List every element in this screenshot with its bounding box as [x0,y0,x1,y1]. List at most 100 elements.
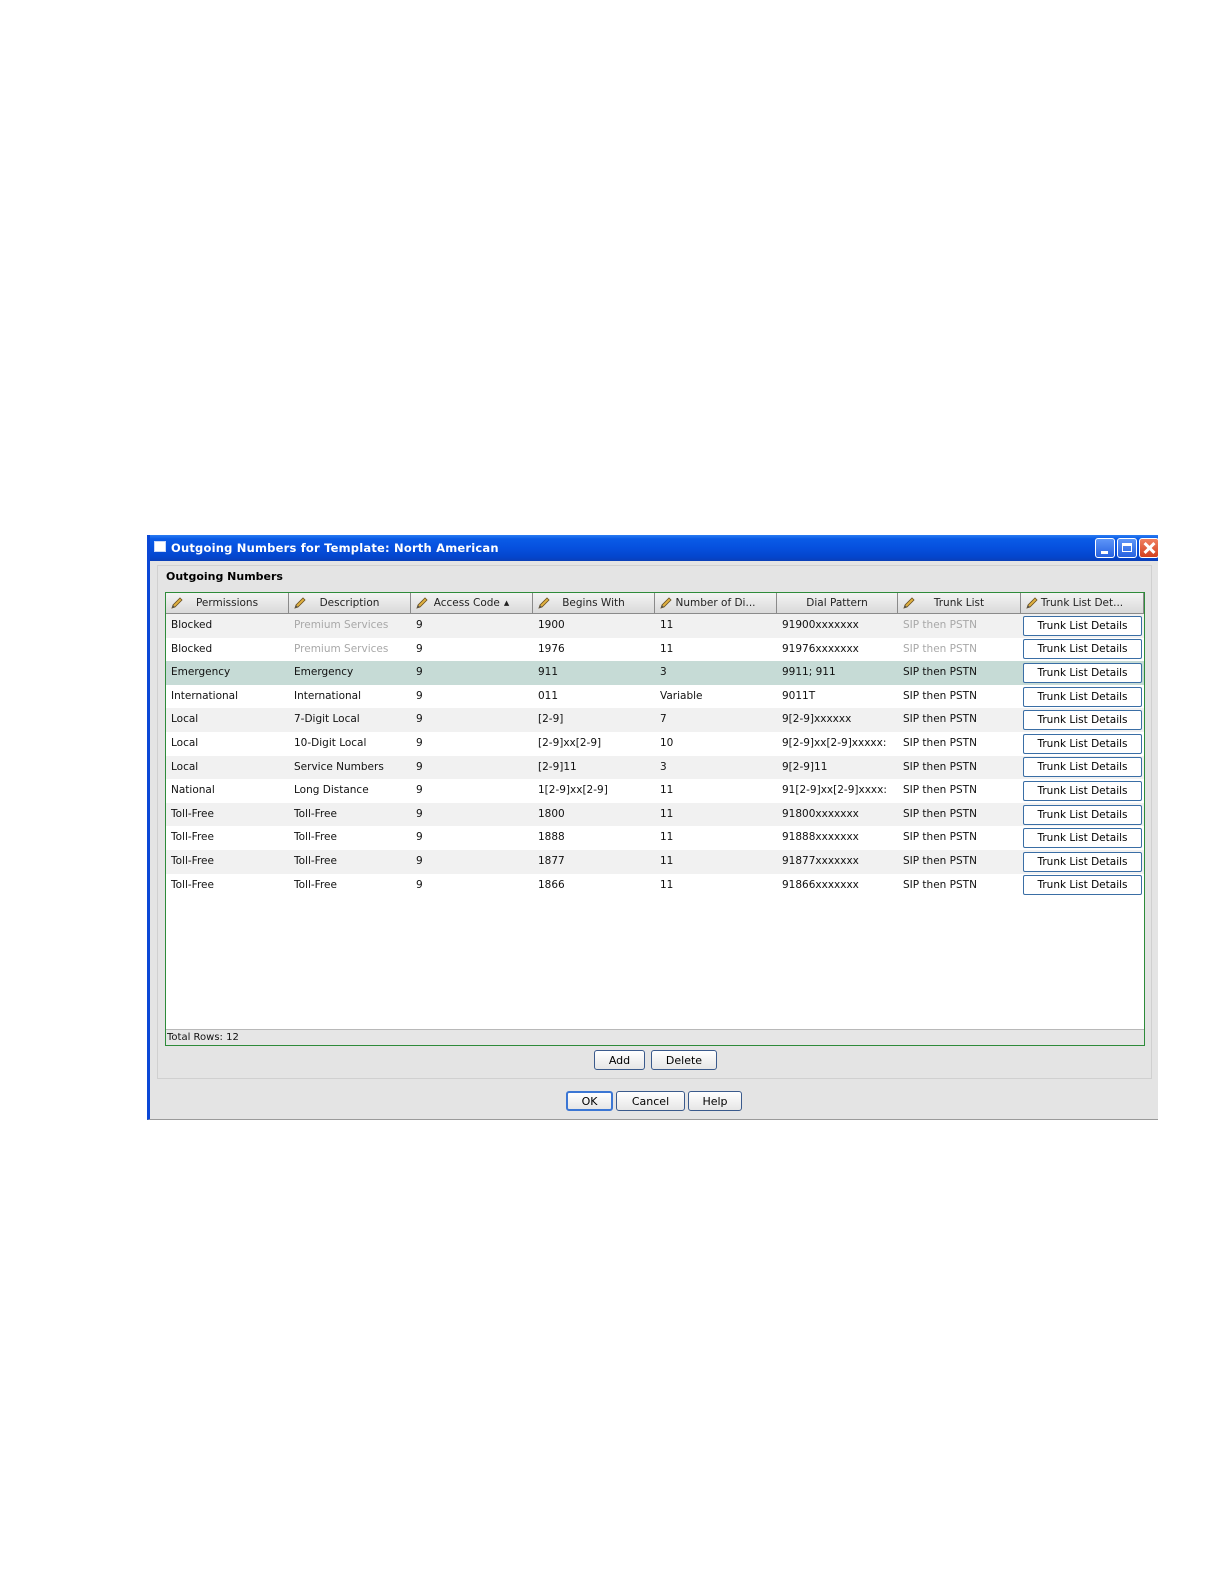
cell-trunk-list[interactable]: SIP then PSTN [898,874,1021,898]
cell-trunk-list[interactable]: SIP then PSTN [898,803,1021,827]
cell-description[interactable]: Toll-Free [289,874,411,898]
cell-trunk-list[interactable]: SIP then PSTN [898,779,1021,803]
cell-permissions[interactable]: Toll-Free [166,803,289,827]
column-header-description[interactable]: Description [289,593,411,613]
trunk-list-details-button[interactable]: Trunk List Details [1023,875,1142,896]
cell-number-of-digits[interactable]: 3 [655,756,777,780]
cell-permissions[interactable]: Blocked [166,638,289,662]
column-header-trunk-list[interactable]: Trunk List [898,593,1021,613]
cell-number-of-digits[interactable]: 11 [655,779,777,803]
trunk-list-details-button[interactable]: Trunk List Details [1023,733,1142,754]
trunk-list-details-button[interactable]: Trunk List Details [1023,639,1142,660]
minimize-icon[interactable] [1095,538,1115,558]
cell-permissions[interactable]: Emergency [166,661,289,685]
cell-access-code[interactable]: 9 [411,685,533,709]
table-row[interactable]: Toll-Free Toll-Free 9 1800 11 91800xxxxxxx SIP… [166,802,1144,827]
cell-trunk-list[interactable]: SIP then PSTN [898,732,1021,756]
cell-description[interactable]: International [289,685,411,709]
cell-begins-with[interactable]: [2-9] [533,708,655,732]
cell-dial-pattern[interactable]: 9011T [777,685,898,709]
column-header-permissions[interactable]: Permissions [166,593,289,613]
cell-dial-pattern[interactable]: 9[2-9]xx[2-9]xxxxx: [777,732,898,756]
cell-permissions[interactable]: Local [166,732,289,756]
cell-trunk-list[interactable]: SIP then PSTN [898,850,1021,874]
table-row[interactable]: Local 7-Digit Local 9 [2-9] 7 9[2-9]xxxxxx SIP… [166,708,1144,732]
cell-access-code[interactable]: 9 [411,803,533,827]
column-header-access-code[interactable]: Access Code ▲ [411,593,533,613]
cancel-button[interactable]: Cancel [616,1091,685,1111]
cell-access-code[interactable]: 9 [411,874,533,898]
trunk-list-details-button[interactable]: Trunk List Details [1023,851,1142,872]
cell-trunk-list[interactable]: SIP then PSTN [898,708,1021,732]
cell-begins-with[interactable]: 1866 [533,874,655,898]
cell-description[interactable]: Long Distance [289,779,411,803]
cell-access-code[interactable]: 9 [411,826,533,850]
cell-begins-with[interactable]: 1800 [533,803,655,827]
cell-dial-pattern[interactable]: 9[2-9]11 [777,756,898,780]
cell-begins-with[interactable]: 1976 [533,638,655,662]
cell-number-of-digits[interactable]: 11 [655,826,777,850]
cell-begins-with[interactable]: 1900 [533,614,655,638]
cell-description[interactable]: Toll-Free [289,803,411,827]
cell-description[interactable]: Emergency [289,661,411,685]
maximize-icon[interactable] [1117,538,1137,558]
cell-dial-pattern[interactable]: 91888xxxxxxx [777,826,898,850]
cell-number-of-digits[interactable]: 11 [655,850,777,874]
cell-number-of-digits[interactable]: Variable [655,685,777,709]
column-header-dial-pattern[interactable]: Dial Pattern [777,593,898,613]
cell-begins-with[interactable]: 011 [533,685,655,709]
trunk-list-details-button[interactable]: Trunk List Details [1023,615,1142,636]
title-bar[interactable]: Outgoing Numbers for Template: North Ame… [150,535,1159,561]
column-header-trunk-list-details[interactable]: Trunk List Det... [1021,593,1144,613]
cell-begins-with[interactable]: 1877 [533,850,655,874]
delete-button[interactable]: Delete [651,1050,717,1070]
cell-access-code[interactable]: 9 [411,850,533,874]
table-row[interactable]: National Long Distance 9 1[2-9]xx[2-9] 11 91[… [166,779,1144,803]
table-row[interactable]: International International 9 011 Variable 90… [166,685,1144,709]
trunk-list-details-button[interactable]: Trunk List Details [1023,686,1142,707]
cell-dial-pattern[interactable]: 91900xxxxxxx [777,614,898,638]
help-button[interactable]: Help [688,1091,742,1111]
cell-description[interactable]: 10-Digit Local [289,732,411,756]
table-row[interactable]: Emergency Emergency 9 911 3 9911; 911 SIP then… [166,661,1144,685]
table-row[interactable]: Toll-Free Toll-Free 9 1866 11 91866xxxxxxx SIP… [166,874,1144,898]
cell-trunk-list[interactable]: SIP then PSTN [898,614,1021,638]
cell-begins-with[interactable]: 1888 [533,826,655,850]
table-row[interactable]: Local Service Numbers 9 [2-9]11 3 9[2-9]11 SIP… [166,755,1144,780]
cell-description[interactable]: Premium Services [289,614,411,638]
cell-permissions[interactable]: Blocked [166,614,289,638]
cell-dial-pattern[interactable]: 91976xxxxxxx [777,638,898,662]
cell-access-code[interactable]: 9 [411,732,533,756]
ok-button[interactable]: OK [566,1091,613,1111]
cell-permissions[interactable]: Toll-Free [166,850,289,874]
column-header-number-of-digits[interactable]: Number of Di... [655,593,777,613]
cell-trunk-list[interactable]: SIP then PSTN [898,826,1021,850]
cell-number-of-digits[interactable]: 7 [655,708,777,732]
cell-number-of-digits[interactable]: 3 [655,661,777,685]
table-row[interactable]: Blocked Premium Services 9 1900 11 91900xxxxx… [166,614,1144,638]
table-row[interactable]: Toll-Free Toll-Free 9 1877 11 91877xxxxxxx SIP… [166,849,1144,874]
cell-permissions[interactable]: Toll-Free [166,874,289,898]
cell-begins-with[interactable]: [2-9]11 [533,756,655,780]
cell-dial-pattern[interactable]: 91[2-9]xx[2-9]xxxx: [777,779,898,803]
cell-trunk-list[interactable]: SIP then PSTN [898,638,1021,662]
cell-description[interactable]: Toll-Free [289,826,411,850]
trunk-list-details-button[interactable]: Trunk List Details [1023,804,1142,825]
trunk-list-details-button[interactable]: Trunk List Details [1023,710,1142,731]
cell-description[interactable]: Service Numbers [289,756,411,780]
cell-permissions[interactable]: Local [166,708,289,732]
table-row[interactable]: Toll-Free Toll-Free 9 1888 11 91888xxxxxxx SIP… [166,826,1144,850]
cell-permissions[interactable]: Local [166,756,289,780]
cell-access-code[interactable]: 9 [411,779,533,803]
table-row[interactable]: Blocked Premium Services 9 1976 11 91976xxxxx… [166,638,1144,662]
trunk-list-details-button[interactable]: Trunk List Details [1023,828,1142,849]
table-row[interactable]: Local 10-Digit Local 9 [2-9]xx[2-9] 10 9[2-9]… [166,732,1144,756]
column-header-begins-with[interactable]: Begins With [533,593,655,613]
cell-number-of-digits[interactable]: 10 [655,732,777,756]
cell-dial-pattern[interactable]: 9911; 911 [777,661,898,685]
cell-begins-with[interactable]: [2-9]xx[2-9] [533,732,655,756]
cell-number-of-digits[interactable]: 11 [655,803,777,827]
trunk-list-details-button[interactable]: Trunk List Details [1023,757,1142,778]
cell-access-code[interactable]: 9 [411,708,533,732]
cell-permissions[interactable]: International [166,685,289,709]
